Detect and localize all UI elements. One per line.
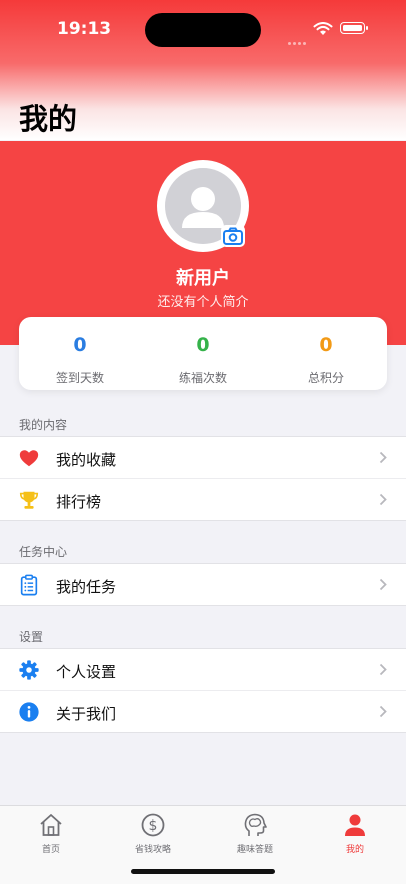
stat-label: 总积分 (307, 371, 344, 385)
section-title-my-content: 我的内容 (19, 418, 68, 432)
chevron-right-icon (379, 451, 387, 464)
chevron-right-icon (379, 493, 387, 506)
menu-group-my-content: 我的收藏 排行榜 (0, 436, 406, 521)
stat-value: 0 (319, 334, 333, 356)
stat-total-points[interactable]: 0 总积分 (265, 317, 387, 390)
menu-item-personal-settings[interactable]: 个人设置 (0, 649, 406, 690)
camera-icon[interactable] (221, 225, 245, 247)
chevron-right-icon (379, 663, 387, 676)
status-bar: 19:13 (0, 0, 406, 60)
menu-item-label: 我的任务 (56, 578, 117, 596)
tab-fun-quiz[interactable]: 趣味答题 (204, 812, 306, 855)
user-bio[interactable]: 还没有个人简介 (0, 291, 406, 310)
stat-value: 0 (73, 334, 87, 356)
menu-item-label: 关于我们 (56, 705, 117, 723)
chevron-right-icon (379, 578, 387, 591)
person-icon (345, 814, 365, 836)
tab-home[interactable]: 首页 (0, 812, 102, 855)
menu-item-label: 排行榜 (56, 493, 102, 511)
trophy-icon (19, 491, 39, 509)
profile-card: 新用户 还没有个人简介 (0, 141, 406, 345)
menu-item-label: 个人设置 (56, 663, 117, 681)
home-icon (40, 814, 62, 836)
status-time: 19:13 (57, 19, 112, 39)
menu-item-leaderboard[interactable]: 排行榜 (0, 478, 406, 520)
svg-text:$: $ (149, 818, 158, 834)
cellular-signal-icon (288, 30, 308, 49)
brain-icon (244, 813, 267, 836)
menu-group-settings: 个人设置 关于我们 (0, 648, 406, 733)
dynamic-island (145, 13, 261, 47)
tab-money-tips[interactable]: $ 省钱攻略 (102, 812, 204, 855)
wifi-icon (313, 22, 333, 35)
stats-card: 0 签到天数 0 练福次数 0 总积分 (19, 317, 387, 390)
stat-practice-count[interactable]: 0 练福次数 (142, 317, 264, 390)
stat-label: 签到天数 (55, 371, 104, 385)
heart-icon (19, 450, 39, 467)
section-title-task-center: 任务中心 (19, 545, 68, 559)
info-icon (19, 702, 39, 722)
tab-label: 我的 (345, 845, 364, 855)
battery-icon (340, 22, 368, 34)
tab-label: 省钱攻略 (134, 845, 171, 855)
gear-icon (19, 660, 39, 680)
stat-value: 0 (196, 334, 210, 356)
user-name[interactable]: 新用户 (0, 264, 406, 290)
menu-item-about-us[interactable]: 关于我们 (0, 690, 406, 732)
section-title-settings: 设置 (19, 630, 44, 644)
stat-label: 练福次数 (178, 371, 227, 385)
home-indicator (131, 869, 275, 874)
dollar-icon: $ (141, 813, 165, 837)
tab-me[interactable]: 我的 (304, 812, 406, 855)
clipboard-icon (20, 574, 38, 596)
menu-item-favorites[interactable]: 我的收藏 (0, 437, 406, 478)
menu-item-label: 我的收藏 (56, 451, 117, 469)
tab-label: 首页 (41, 845, 60, 855)
page-title: 我的 (19, 102, 78, 136)
tab-label: 趣味答题 (236, 845, 273, 855)
stat-checkin-days[interactable]: 0 签到天数 (19, 317, 141, 390)
menu-item-my-tasks[interactable]: 我的任务 (0, 564, 406, 605)
chevron-right-icon (379, 705, 387, 718)
menu-group-task-center: 我的任务 (0, 563, 406, 606)
